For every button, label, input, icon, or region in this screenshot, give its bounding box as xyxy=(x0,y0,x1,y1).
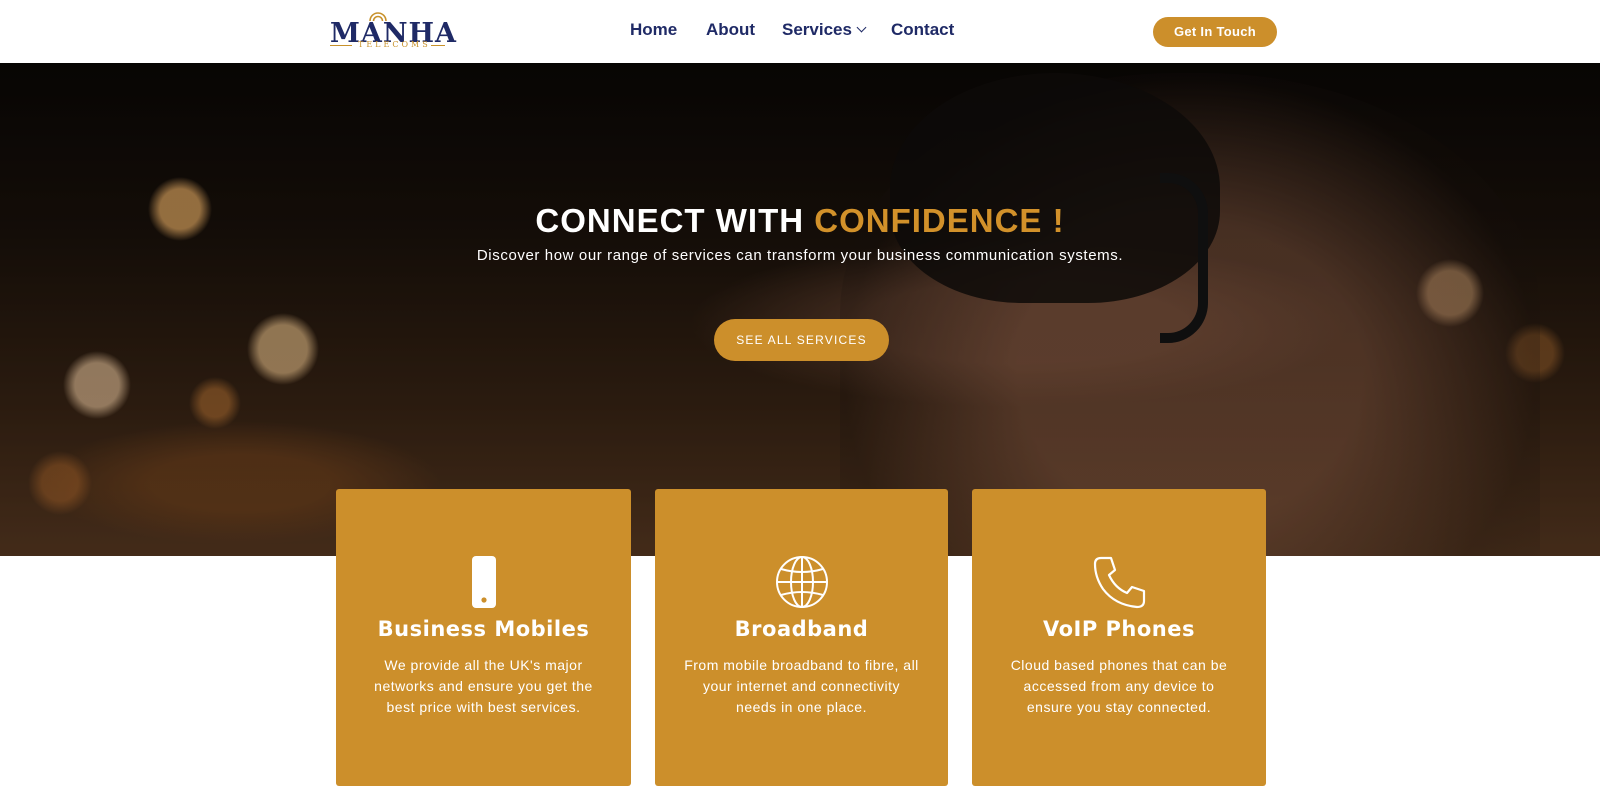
hero-overlay xyxy=(0,63,1600,556)
logo-divider-left xyxy=(330,45,352,46)
company-logo[interactable]: MANHA TELECOMS xyxy=(330,10,456,52)
phone-icon xyxy=(1093,556,1146,609)
chevron-down-icon xyxy=(856,22,867,33)
service-title: Broadband xyxy=(734,617,869,641)
hero-title: CONNECT WITH CONFIDENCE ! xyxy=(0,202,1600,240)
logo-tagline: TELECOMS xyxy=(358,40,431,49)
service-card-business-mobiles[interactable]: Business Mobiles We provide all the UK's… xyxy=(336,489,631,786)
service-description: From mobile broadband to fibre, all your… xyxy=(684,657,919,715)
service-description: Cloud based phones that can be accessed … xyxy=(1010,657,1228,715)
globe-icon xyxy=(775,556,828,608)
hero-title-accent: CONFIDENCE ! xyxy=(814,202,1065,239)
hero-banner: CONNECT WITH CONFIDENCE ! Discover how o… xyxy=(0,63,1600,556)
service-description: We provide all the UK's major networks a… xyxy=(374,657,593,715)
nav-item-services[interactable]: Services xyxy=(782,20,867,40)
site-header: MANHA TELECOMS Home About Services Conta… xyxy=(0,0,1600,63)
nav-item-home[interactable]: Home xyxy=(630,20,677,40)
get-in-touch-button[interactable]: Get In Touch xyxy=(1153,17,1277,47)
nav-item-about[interactable]: About xyxy=(706,20,755,40)
service-title: Business Mobiles xyxy=(377,617,590,641)
service-title: VoIP Phones xyxy=(1042,617,1195,641)
smartphone-icon xyxy=(471,556,496,608)
hero-subtitle: Discover how our range of services can t… xyxy=(476,247,1124,264)
hero-title-main: CONNECT WITH xyxy=(535,202,805,239)
logo-divider-right xyxy=(431,45,445,46)
service-card-voip-phones[interactable]: VoIP Phones Cloud based phones that can … xyxy=(972,489,1266,786)
nav-services-label: Services xyxy=(782,20,852,39)
nav-item-contact[interactable]: Contact xyxy=(891,20,954,40)
see-all-services-button[interactable]: SEE ALL SERVICES xyxy=(714,319,889,361)
service-card-broadband[interactable]: Broadband From mobile broadband to fibre… xyxy=(655,489,948,786)
